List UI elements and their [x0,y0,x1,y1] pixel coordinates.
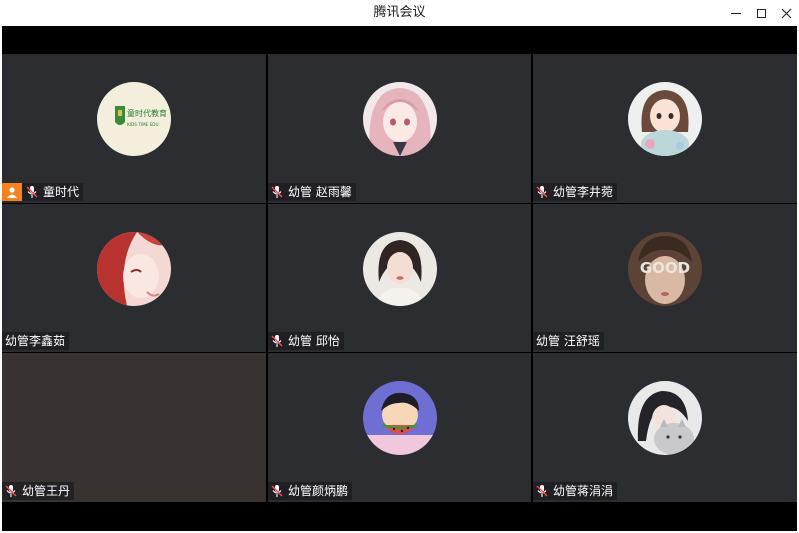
close-button[interactable] [775,3,797,23]
participant-name: 幼管李井菀 [553,185,614,199]
good-glasses-avatar: GOOD [628,232,702,306]
good-glasses-text: GOOD [640,259,690,277]
minimize-button[interactable] [725,3,747,23]
mic-off-icon [26,186,38,198]
host-person-icon [7,187,17,198]
maximize-button[interactable] [750,3,772,23]
participant-tile[interactable]: 幼管李井菀 [533,54,797,203]
mic-off-icon [536,186,548,198]
participant-name-bar: 幼管李鑫茹 [2,332,70,350]
logo-text-bottom: KIDS TIME EDU. [127,122,160,127]
mic-off-icon [271,485,283,497]
logo-text-top: 童时代教育 [127,108,167,118]
participant-name-bar: 幼管李井菀 [533,183,618,201]
participant-name-bar: 幼管 赵雨馨 [268,183,356,201]
bottom-bar [2,502,797,531]
participant-name: 童时代 [43,185,80,199]
mic-off-icon [271,335,283,347]
participant-name: 幼管 赵雨馨 [288,185,352,199]
participant-tile[interactable]: 幼管 邱怡 [268,204,531,352]
maximize-icon [756,8,766,18]
participant-tile[interactable]: GOOD 幼管 汪舒瑶 [533,204,797,352]
logo-avatar: 童时代教育 KIDS TIME EDU. [97,82,171,156]
mic-off-icon [271,186,283,198]
participant-tile[interactable]: 幼管王丹 [2,353,266,502]
title-bar: 腾讯会议 [0,0,799,26]
participant-name: 幼管 汪舒瑶 [536,334,600,348]
host-badge [2,183,22,201]
window-title: 腾讯会议 [373,5,426,20]
participant-tile[interactable]: 童时代教育 KIDS TIME EDU. 童时代 [2,54,266,203]
participant-name: 幼管蒋涓涓 [553,484,614,498]
minimize-icon [731,12,741,14]
girl-with-cat-avatar [628,381,702,455]
participant-name: 幼管 邱怡 [288,334,340,348]
cartoon-watermelon-avatar [362,381,437,455]
anime-red-hair-avatar [97,232,171,306]
mic-off-icon [536,485,548,497]
participant-name-bar: 幼管蒋涓涓 [533,482,618,500]
participant-name-bar: 幼管王丹 [2,482,75,500]
mic-off-icon [5,485,17,497]
participant-name: 幼管颜炳鹏 [288,484,349,498]
participant-grid: 童时代教育 KIDS TIME EDU. 童时代 幼管 赵雨馨 幼管李井菀 幼管… [2,54,797,502]
participant-name: 幼管王丹 [22,484,71,498]
participant-tile[interactable]: 幼管蒋涓涓 [533,353,797,502]
participant-name-bar: 幼管 邱怡 [268,332,344,350]
cartoon-girl-avatar [628,82,702,156]
participant-tile[interactable]: 幼管李鑫茹 [2,204,266,352]
meeting-stage: 童时代教育 KIDS TIME EDU. 童时代 幼管 赵雨馨 幼管李井菀 幼管… [2,26,797,531]
participant-name: 幼管李鑫茹 [5,334,66,348]
close-icon [781,8,791,18]
participant-name-bar: 童时代 [2,183,84,201]
participant-name-bar: 幼管 汪舒瑶 [533,332,604,350]
portrait-woman-avatar [362,232,437,306]
participant-tile[interactable]: 幼管 赵雨馨 [268,54,531,203]
anime-pink-hair-avatar [362,82,437,156]
participant-tile[interactable]: 幼管颜炳鹏 [268,353,531,502]
participant-name-bar: 幼管颜炳鹏 [268,482,353,500]
